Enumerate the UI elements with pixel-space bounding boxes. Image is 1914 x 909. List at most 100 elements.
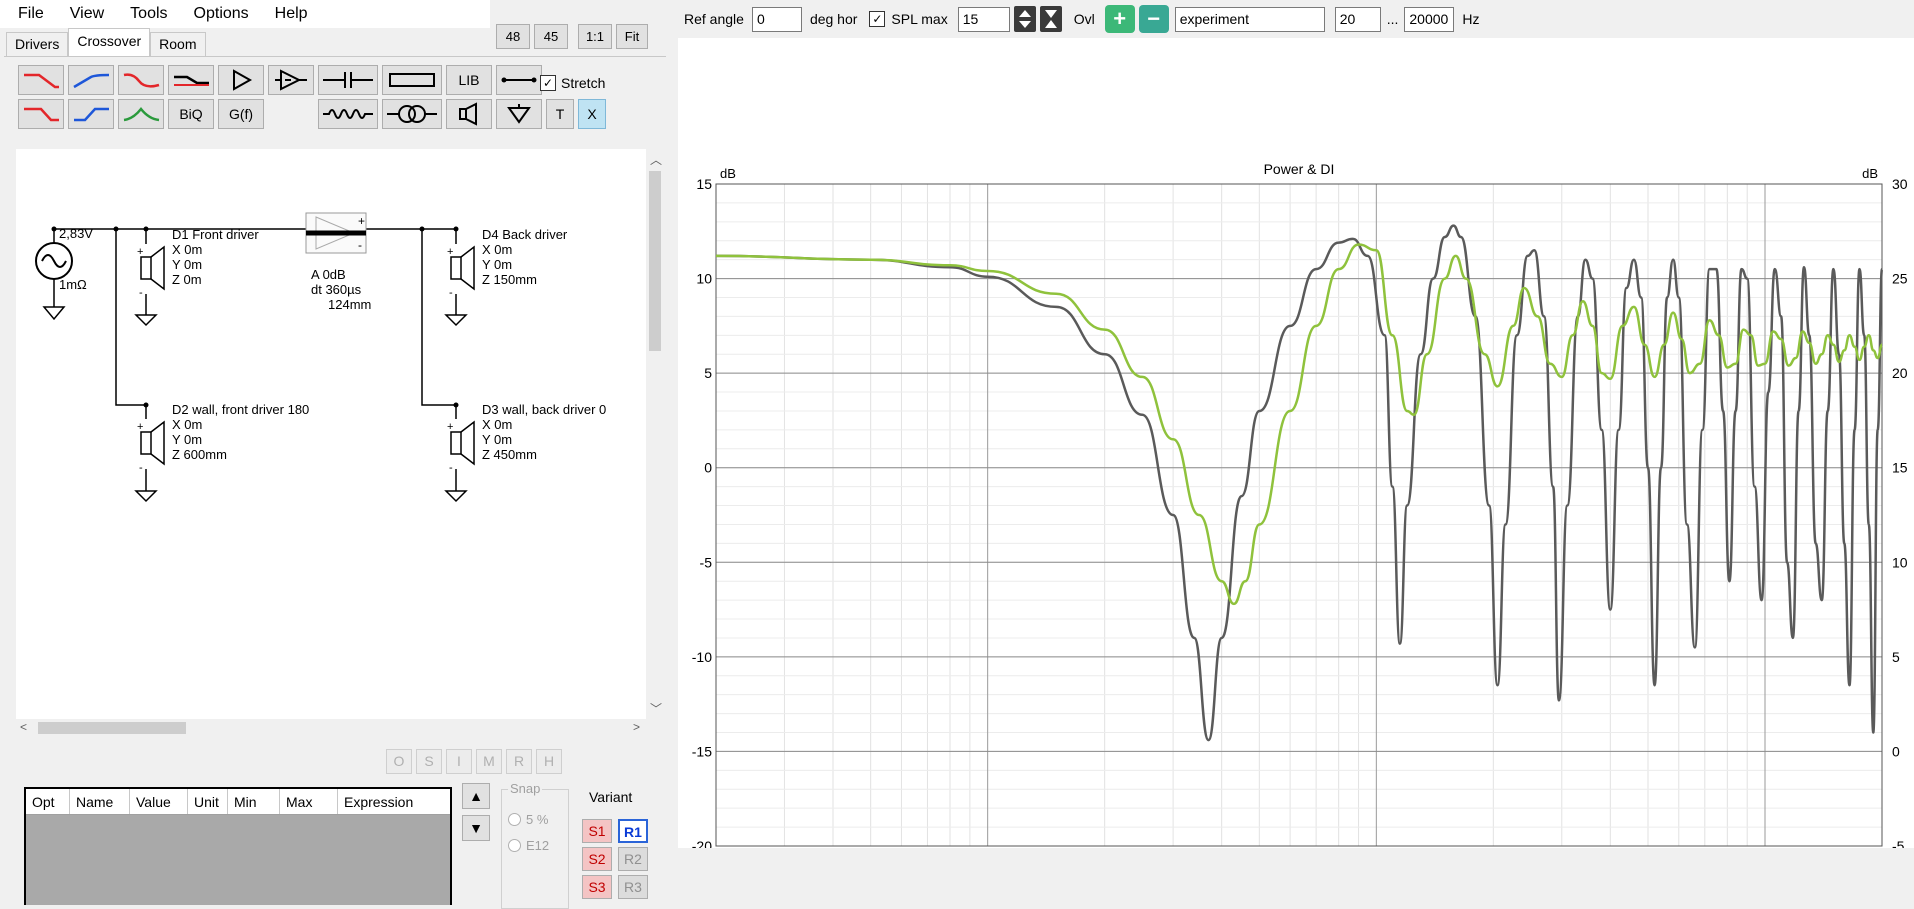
tab-crossover[interactable]: Crossover <box>68 28 151 56</box>
stretch-check-icon[interactable]: ✓ <box>540 75 556 91</box>
variant-s2-button[interactable]: S2 <box>582 847 612 871</box>
ground-icon[interactable] <box>496 99 542 129</box>
capacitor-icon[interactable] <box>318 65 378 95</box>
i-button[interactable]: I <box>446 749 472 774</box>
variant-s3-button[interactable]: S3 <box>582 875 612 899</box>
variant-r3-button[interactable]: R3 <box>618 875 648 899</box>
spl-max-check-icon[interactable]: ✓ <box>869 11 886 27</box>
lowpass2-icon[interactable] <box>18 99 64 129</box>
amp-delay: dt 360µs <box>311 282 362 297</box>
y-tick-label: -15 <box>692 743 712 759</box>
amplifier-icon[interactable] <box>268 65 314 95</box>
source-voltage-label: 2,83V <box>59 226 93 241</box>
amplifier-block[interactable]: + - A 0dB dt 360µs 124mm <box>305 212 371 312</box>
zoom-48-button[interactable]: 48 <box>496 24 530 49</box>
radio-icon[interactable] <box>508 813 521 826</box>
scroll-down-icon[interactable]: ﹀ <box>650 700 662 717</box>
y2-tick-label: -5 <box>1892 838 1905 848</box>
driver-d2[interactable]: + - D2 wall, front driver 180 X 0m Y 0m Z… <box>134 402 309 503</box>
scroll-left-icon[interactable]: < <box>20 720 27 734</box>
resistor-icon[interactable] <box>382 65 442 95</box>
overlay-name-input[interactable] <box>1174 6 1325 32</box>
zoom-fit-button[interactable]: Fit <box>616 24 648 49</box>
col-min[interactable]: Min <box>228 789 280 814</box>
driver-d3[interactable]: + - D3 wall, back driver 0 X 0m Y 0m Z 45… <box>444 402 606 503</box>
inductor-icon[interactable] <box>318 99 378 129</box>
text-tool-button[interactable]: T <box>546 99 574 129</box>
voltage-source[interactable]: 2,83V 1mΩ <box>35 226 116 321</box>
freq-to-input[interactable] <box>1404 6 1455 32</box>
freq-from-input[interactable] <box>1334 6 1381 32</box>
ref-angle-input[interactable] <box>751 6 802 32</box>
radio-icon[interactable] <box>508 839 521 852</box>
variant-r2-button[interactable]: R2 <box>618 847 648 871</box>
transformer-icon[interactable] <box>382 99 442 129</box>
snap-e12-label: E12 <box>526 838 550 853</box>
m-button[interactable]: M <box>476 749 502 774</box>
shelf-icon[interactable] <box>168 65 214 95</box>
y-tick-label: 5 <box>704 365 712 381</box>
crossover-panel: LIB BiQ G(f) T X ✓ Stretch 2,83V 1mΩ + -… <box>4 56 666 909</box>
spl-max-input[interactable] <box>957 6 1010 32</box>
gf-button[interactable]: G(f) <box>218 99 264 129</box>
spl-expand-button[interactable] <box>1039 6 1062 32</box>
horizontal-scrollbar[interactable]: < > <box>16 719 646 737</box>
power-curve <box>715 224 1884 742</box>
peaking-icon[interactable] <box>118 99 164 129</box>
biq-button[interactable]: BiQ <box>168 99 214 129</box>
wire-icon[interactable] <box>496 65 542 95</box>
tab-drivers[interactable]: Drivers <box>6 32 69 56</box>
scroll-right-icon[interactable]: > <box>633 720 640 734</box>
h-button[interactable]: H <box>536 749 562 774</box>
svg-text:+: + <box>137 421 143 433</box>
lowpass-icon[interactable] <box>18 65 64 95</box>
zoom-45-button[interactable]: 45 <box>534 24 568 49</box>
snap-e12-option[interactable]: E12 <box>508 838 549 853</box>
chart-area[interactable]: Power & DI dB dB 15 10 5 0 -5 -10 -15 -20 30 25 20 15 1… <box>678 38 1914 863</box>
schematic-canvas[interactable]: 2,83V 1mΩ + - D1 Front driver X 0m Y 0m … <box>16 149 646 719</box>
vertical-scroll-thumb[interactable] <box>649 171 661 351</box>
speaker-icon[interactable] <box>446 99 492 129</box>
col-value[interactable]: Value <box>130 789 188 814</box>
col-expression[interactable]: Expression <box>338 789 450 814</box>
move-up-button[interactable]: ▲ <box>462 783 490 809</box>
horizontal-scroll-thumb[interactable] <box>38 722 186 734</box>
col-max[interactable]: Max <box>280 789 338 814</box>
delete-tool-button[interactable]: X <box>578 99 606 129</box>
menu-help[interactable]: Help <box>267 5 316 23</box>
add-overlay-button[interactable]: + <box>1104 5 1135 33</box>
parameter-table[interactable]: Opt Name Value Unit Min Max Expression <box>24 787 452 905</box>
stretch-checkbox[interactable]: ✓ Stretch <box>540 75 605 91</box>
s-button[interactable]: S <box>416 749 442 774</box>
driver-d1[interactable]: + - D1 Front driver X 0m Y 0m Z 0m <box>134 227 259 327</box>
col-name[interactable]: Name <box>70 789 130 814</box>
menu-tools[interactable]: Tools <box>122 5 175 23</box>
expand-arrows-icon <box>1044 10 1057 28</box>
highpass-icon[interactable] <box>68 65 114 95</box>
col-opt[interactable]: Opt <box>26 789 70 814</box>
vertical-scrollbar[interactable]: ︿ ﹀ <box>646 149 664 719</box>
remove-overlay-button[interactable]: − <box>1138 5 1169 33</box>
highpass2-icon[interactable] <box>68 99 114 129</box>
menu-options[interactable]: Options <box>186 5 257 23</box>
move-down-button[interactable]: ▼ <box>462 815 490 841</box>
driver-d4[interactable]: + - D4 Back driver X 0m Y 0m Z 150mm <box>444 227 568 327</box>
menu-file[interactable]: File <box>0 5 52 23</box>
scroll-up-icon[interactable]: ︿ <box>650 151 662 168</box>
variant-r1-button[interactable]: R1 <box>618 819 648 843</box>
variant-s1-button[interactable]: S1 <box>582 819 612 843</box>
menu-view[interactable]: View <box>62 5 112 23</box>
d4-y: Y 0m <box>482 257 512 272</box>
col-unit[interactable]: Unit <box>188 789 228 814</box>
spl-up-down-button[interactable] <box>1013 6 1036 32</box>
o-button[interactable]: O <box>386 749 412 774</box>
zoom-1to1-button[interactable]: 1:1 <box>578 24 612 49</box>
snap-5pct-option[interactable]: 5 % <box>508 812 548 827</box>
tab-room[interactable]: Room <box>150 32 206 56</box>
power-di-chart[interactable]: Power & DIdB dB151050-5-10-15-20302520151… <box>678 38 1914 863</box>
bandpass-icon[interactable] <box>118 65 164 95</box>
plus-icon: + <box>1113 6 1127 31</box>
lib-button[interactable]: LIB <box>446 65 492 95</box>
buffer-icon[interactable] <box>218 65 264 95</box>
r-button[interactable]: R <box>506 749 532 774</box>
